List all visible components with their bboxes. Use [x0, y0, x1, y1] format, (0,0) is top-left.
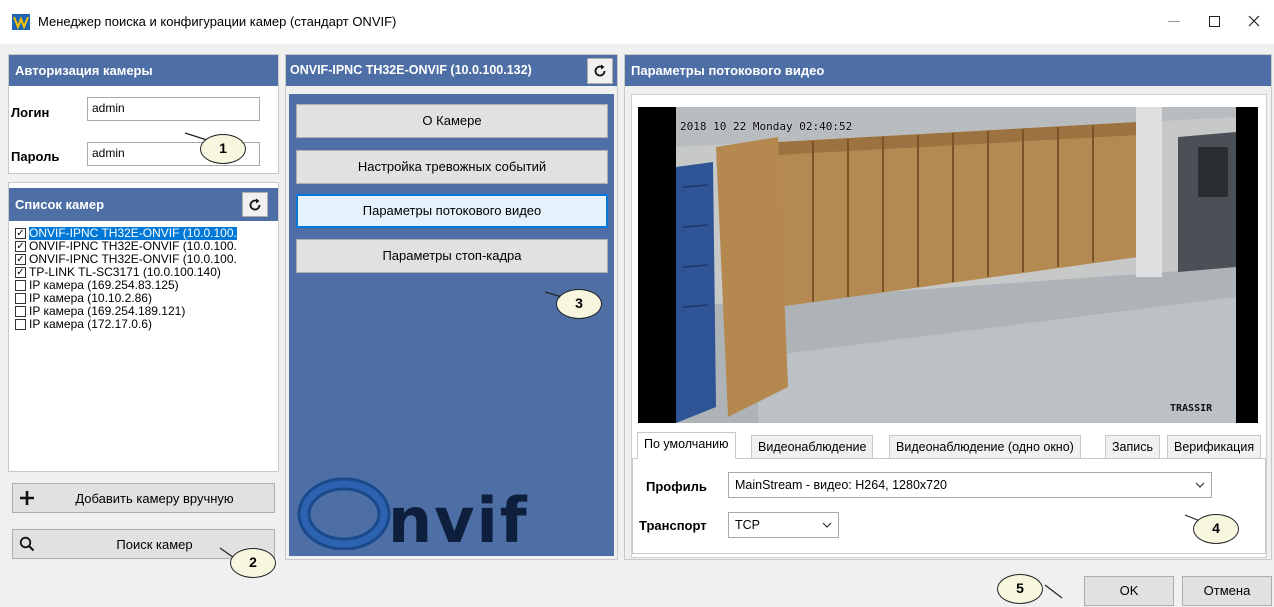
callout-4: 4: [1193, 514, 1239, 544]
callout-5: 5: [997, 574, 1043, 604]
callout-pointers: [184, 132, 1201, 599]
callout-3: 3: [556, 289, 602, 319]
callout-1: 1: [200, 134, 246, 164]
callout-2: 2: [230, 548, 276, 578]
